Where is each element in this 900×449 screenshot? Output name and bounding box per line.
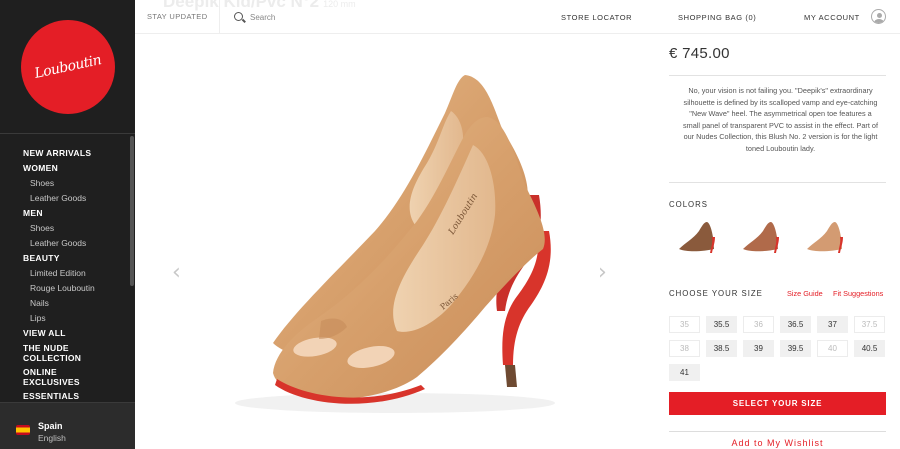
sidebar-item-new-arrivals[interactable]: NEW ARRIVALS	[0, 146, 130, 161]
fit-suggestions-link[interactable]: Fit Suggestions	[833, 289, 883, 298]
product-gallery: ‹ › Louboutin Paris	[135, 35, 635, 449]
sidebar-item-the-nude-collection[interactable]: THE NUDE COLLECTION	[0, 341, 90, 365]
locale-country: Spain	[38, 421, 63, 431]
size-label: CHOOSE YOUR SIZE	[669, 289, 763, 298]
sidebar-scrollbar[interactable]	[130, 136, 134, 286]
my-account-link[interactable]: MY ACCOUNT	[804, 13, 860, 22]
size-option[interactable]: 38.5	[706, 340, 737, 357]
store-locator-link[interactable]: STORE LOCATOR	[561, 13, 632, 22]
shopping-bag-link[interactable]: SHOPPING BAG (0)	[678, 13, 756, 22]
stay-updated-button[interactable]: STAY UPDATED	[135, 0, 220, 34]
size-option: 35	[669, 316, 700, 333]
product-description: No, your vision is not failing you. "Dee…	[683, 86, 878, 153]
search-input[interactable]	[250, 9, 410, 25]
colors-label: COLORS	[669, 200, 708, 209]
size-option[interactable]: 39.5	[780, 340, 811, 357]
divider	[669, 182, 886, 183]
shoe-thumbnail-icon	[743, 222, 779, 253]
size-option: 36	[743, 316, 774, 333]
add-to-wishlist-button[interactable]: Add to My Wishlist	[669, 431, 886, 449]
divider	[669, 75, 886, 76]
color-swatch[interactable]	[803, 215, 847, 259]
size-option[interactable]: 39	[743, 340, 774, 357]
sidebar-item-online-exclusives[interactable]: ONLINE EXCLUSIVES	[0, 365, 90, 389]
sidebar-nav: NEW ARRIVALS WOMEN Shoes Leather Goods MEN Sh…	[0, 146, 130, 404]
logo-area: Louboutin	[0, 0, 135, 134]
size-option[interactable]: 36.5	[780, 316, 811, 333]
shoe-thumbnail-icon	[679, 222, 715, 253]
sidebar-item-rouge-louboutin[interactable]: Rouge Louboutin	[0, 281, 130, 296]
sidebar-item-shoes[interactable]: Shoes	[0, 176, 130, 191]
brand-logo[interactable]: Louboutin	[20, 19, 115, 114]
size-option: 37.5	[854, 316, 885, 333]
product-image: Louboutin Paris	[235, 75, 555, 413]
select-size-button[interactable]: SELECT YOUR SIZE	[669, 392, 886, 415]
user-icon[interactable]	[871, 9, 886, 24]
sidebar-item-view-all[interactable]: VIEW ALL	[0, 326, 130, 341]
product-page: Louboutin NEW ARRIVALS WOMEN Shoes Leather …	[0, 0, 900, 449]
sidebar-item-lips[interactable]: Lips	[0, 311, 130, 326]
shoe-thumbnail-icon	[807, 222, 843, 253]
size-option: 38	[669, 340, 700, 357]
sidebar-item-shoes[interactable]: Shoes	[0, 221, 130, 236]
sidebar-item-nails[interactable]: Nails	[0, 296, 130, 311]
locale-selector[interactable]: Spain English	[0, 402, 135, 449]
size-option: 40	[817, 340, 848, 357]
sidebar-item-leather-goods[interactable]: Leather Goods	[0, 191, 130, 206]
sidebar-item-limited-edition[interactable]: Limited Edition	[0, 266, 130, 281]
top-bar: Deepik Kid/Pvc N°2120 mm STAY UPDATED ST…	[135, 0, 900, 34]
color-swatch[interactable]	[675, 215, 719, 259]
size-option[interactable]: 37	[817, 316, 848, 333]
heel-height: 120 mm	[323, 0, 356, 9]
sidebar: Louboutin NEW ARRIVALS WOMEN Shoes Leather …	[0, 0, 135, 449]
size-guide-link[interactable]: Size Guide	[787, 289, 823, 298]
sidebar-item-beauty[interactable]: BEAUTY	[0, 251, 130, 266]
sidebar-item-leather-goods[interactable]: Leather Goods	[0, 236, 130, 251]
color-swatch[interactable]	[739, 215, 783, 259]
size-option[interactable]: 40.5	[854, 340, 885, 357]
product-price: € 745.00	[669, 45, 730, 62]
search-icon[interactable]	[234, 12, 243, 21]
size-option[interactable]: 35.5	[706, 316, 737, 333]
spain-flag-icon	[16, 425, 30, 435]
locale-language: English	[38, 433, 66, 443]
sidebar-item-men[interactable]: MEN	[0, 206, 130, 221]
sidebar-item-women[interactable]: WOMEN	[0, 161, 130, 176]
logo-text: Louboutin	[32, 51, 103, 82]
size-option[interactable]: 41	[669, 364, 700, 381]
